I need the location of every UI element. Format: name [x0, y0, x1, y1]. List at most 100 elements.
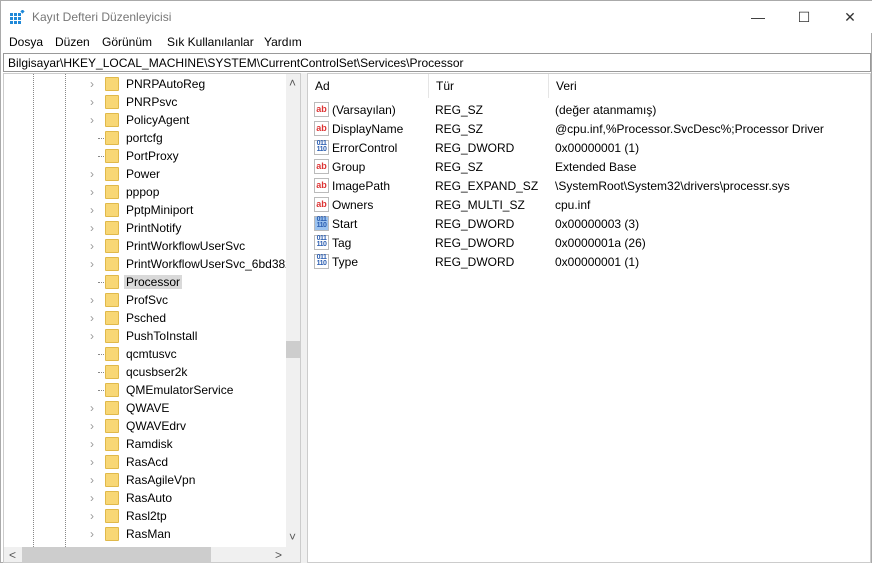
tree-item[interactable]: › PrintWorkflowUserSvc [4, 237, 294, 255]
tree-item[interactable]: › PolicyAgent [4, 111, 294, 129]
tree-item[interactable]: › PushToInstall [4, 327, 294, 345]
tree-item[interactable]: › PrintWorkflowUserSvc_6bd382 [4, 255, 294, 273]
menu-duzen[interactable]: Düzen [55, 35, 90, 49]
tree-item-label: PrintNotify [126, 221, 182, 235]
chevron-right-icon[interactable]: › [90, 221, 94, 235]
chevron-right-icon[interactable]: › [90, 419, 94, 433]
tree-item[interactable]: PortProxy [4, 147, 294, 165]
tree-item[interactable]: Processor [4, 273, 294, 291]
tree-item-label: PortProxy [126, 149, 179, 163]
folder-icon [105, 185, 119, 199]
tree-item[interactable]: qcmtusvc [4, 345, 294, 363]
tree-item[interactable]: › Ramdisk [4, 435, 294, 453]
close-button[interactable]: ✕ [827, 1, 872, 33]
scroll-left-button[interactable]: < [9, 548, 16, 562]
value-type: REG_DWORD [435, 255, 515, 269]
chevron-right-icon[interactable]: › [90, 257, 94, 271]
tree-item[interactable]: › ProfSvc [4, 291, 294, 309]
tree-item[interactable]: portcfg [4, 129, 294, 147]
folder-icon [105, 293, 119, 307]
value-row[interactable]: ab Group REG_SZ Extended Base [308, 157, 868, 176]
tree-item-label: PrintWorkflowUserSvc [126, 239, 246, 253]
chevron-right-icon[interactable]: › [90, 527, 94, 541]
folder-icon [105, 509, 119, 523]
folder-icon [105, 419, 119, 433]
tree-item[interactable]: › QWAVE [4, 399, 294, 417]
tree-item[interactable]: › RasAgileVpn [4, 471, 294, 489]
value-row[interactable]: ab DisplayName REG_SZ @cpu.inf,%Processor.S… [308, 119, 868, 138]
tree-item[interactable]: › PNRPAutoReg [4, 75, 294, 93]
folder-icon [105, 113, 119, 127]
tree-item[interactable]: › RasAcd [4, 453, 294, 471]
scroll-up-button[interactable]: ˄ [289, 76, 296, 90]
tree-item[interactable]: › Power [4, 165, 294, 183]
chevron-right-icon[interactable]: › [90, 239, 94, 253]
column-header-name[interactable]: Ad [308, 74, 429, 98]
tree-item[interactable]: QMEmulatorService [4, 381, 294, 399]
folder-icon [105, 491, 119, 505]
tree-item[interactable]: › PrintNotify [4, 219, 294, 237]
column-header-data[interactable]: Veri [549, 74, 869, 98]
value-row[interactable]: ab ImagePath REG_EXPAND_SZ \SystemRoot\Syst… [308, 176, 868, 195]
folder-icon [105, 239, 119, 253]
tree-item[interactable]: › RasMan [4, 525, 294, 543]
chevron-right-icon[interactable]: › [90, 401, 94, 415]
menu-dosya[interactable]: Dosya [9, 35, 43, 49]
value-data: cpu.inf [555, 198, 591, 212]
value-data: 0x00000001 (1) [555, 141, 640, 155]
address-bar[interactable]: Bilgisayar\HKEY_LOCAL_MACHINE\SYSTEM\Cur… [3, 53, 871, 72]
menu-gorunum[interactable]: Görünüm [102, 35, 152, 49]
menu-sik-kullanilanlar[interactable]: Sık Kullanılanlar [167, 35, 254, 49]
scroll-right-button[interactable]: > [275, 548, 282, 562]
value-row[interactable]: ab (Varsayılan) REG_SZ (değer atanmamış) [308, 100, 868, 119]
tree-item[interactable]: › RasAuto [4, 489, 294, 507]
tree-item[interactable]: › pppop [4, 183, 294, 201]
column-header-type[interactable]: Tür [429, 74, 549, 98]
tree-item[interactable]: qcusbser2k [4, 363, 294, 381]
folder-icon [105, 311, 119, 325]
chevron-right-icon[interactable]: › [90, 473, 94, 487]
chevron-right-icon[interactable]: › [90, 311, 94, 325]
menu-yardim[interactable]: Yardım [264, 35, 302, 49]
chevron-right-icon[interactable]: › [90, 95, 94, 109]
scroll-thumb[interactable] [286, 341, 300, 358]
chevron-right-icon[interactable]: › [90, 167, 94, 181]
binary-icon: 011 110 [314, 254, 329, 269]
tree-item[interactable]: › PNRPsvc [4, 93, 294, 111]
chevron-right-icon[interactable]: › [90, 77, 94, 91]
chevron-right-icon[interactable]: › [90, 203, 94, 217]
scroll-thumb[interactable] [22, 547, 211, 562]
tree-horizontal-scrollbar[interactable]: < > [4, 547, 300, 562]
chevron-right-icon[interactable]: › [90, 329, 94, 343]
folder-icon [105, 77, 119, 91]
tree-item-label: portcfg [126, 131, 163, 145]
tree-item-label: pppop [126, 185, 160, 199]
tree-item[interactable]: › QWAVEdrv [4, 417, 294, 435]
chevron-right-icon[interactable]: › [90, 509, 94, 523]
tree-item[interactable]: › Psched [4, 309, 294, 327]
window-title: Kayıt Defteri Düzenleyicisi [32, 10, 172, 24]
folder-icon [105, 95, 119, 109]
value-name: ErrorControl [332, 141, 398, 155]
value-row[interactable]: 011 110 Type REG_DWORD 0x00000001 (1) [308, 252, 868, 271]
chevron-right-icon[interactable]: › [90, 185, 94, 199]
chevron-right-icon[interactable]: › [90, 113, 94, 127]
chevron-right-icon[interactable]: › [90, 491, 94, 505]
tree-item[interactable]: › PptpMiniport [4, 201, 294, 219]
minimize-button[interactable]: — [735, 1, 781, 33]
value-row[interactable]: 011 110 Tag REG_DWORD 0x0000001a (26) [308, 233, 868, 252]
value-row[interactable]: ab Owners REG_MULTI_SZ cpu.inf [308, 195, 868, 214]
chevron-right-icon[interactable]: › [90, 437, 94, 451]
chevron-right-icon[interactable]: › [90, 293, 94, 307]
tree-item[interactable]: › Rasl2tp [4, 507, 294, 525]
chevron-right-icon[interactable]: › [90, 455, 94, 469]
folder-icon [105, 527, 119, 541]
tree-vertical-scrollbar[interactable]: ˄ ˅ [286, 74, 300, 547]
tree-item-label: qcmtusvc [126, 347, 177, 361]
value-row[interactable]: 011 110 Start REG_DWORD 0x00000003 (3) [308, 214, 868, 233]
maximize-button[interactable]: ☐ [781, 1, 827, 33]
string-icon: ab [314, 121, 329, 136]
scroll-down-button[interactable]: ˅ [289, 530, 296, 544]
value-row[interactable]: 011 110 ErrorControl REG_DWORD 0x00000001 (… [308, 138, 868, 157]
folder-icon [105, 167, 119, 181]
